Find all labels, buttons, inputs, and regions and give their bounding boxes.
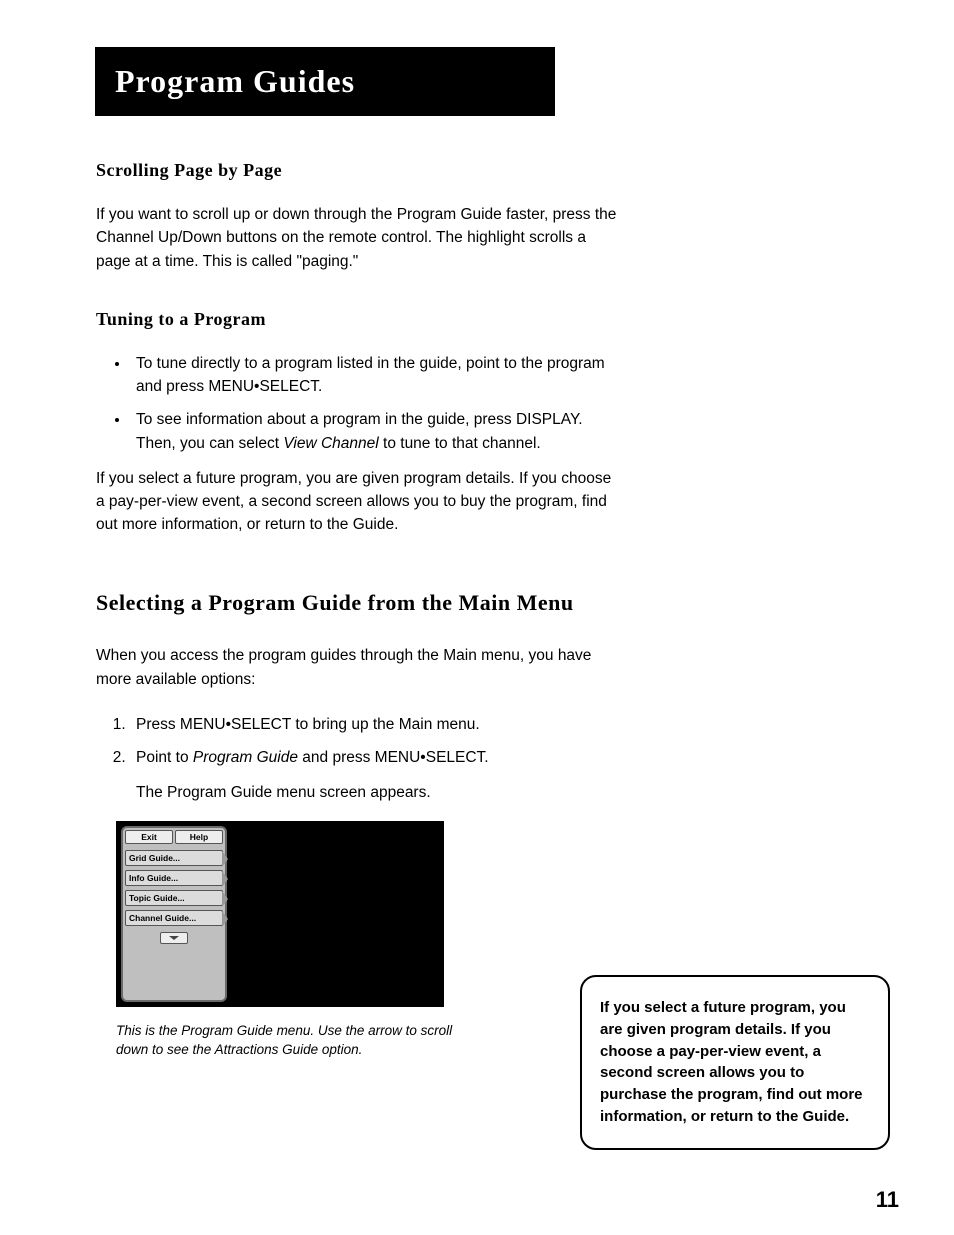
list-item: To see information about a program in th… (130, 408, 618, 455)
menu-panel: Exit Help Grid Guide... Info Guide... To… (121, 826, 227, 1002)
list-item: To tune directly to a program listed in … (130, 352, 618, 399)
text: Point to (136, 749, 193, 766)
menu-scroll-down-icon (160, 932, 188, 944)
emphasis: Program Guide (193, 749, 298, 766)
bullet-list: To tune directly to a program listed in … (96, 352, 618, 455)
text: to tune to that channel. (379, 435, 541, 452)
list-item: Point to Program Guide and press MENU•SE… (130, 746, 618, 769)
paragraph: If you select a future program, you are … (96, 467, 618, 537)
list-item: Press MENU•SELECT to bring up the Main m… (130, 713, 618, 736)
menu-item-channel-guide: Channel Guide... (125, 910, 223, 926)
menu-help-tab: Help (175, 830, 223, 844)
page-number: 11 (876, 1187, 899, 1213)
menu-item-topic-guide: Topic Guide... (125, 890, 223, 906)
figure-caption: This is the Program Guide menu. Use the … (116, 1021, 486, 1060)
step-list: Press MENU•SELECT to bring up the Main m… (96, 713, 618, 770)
text: and press MENU•SELECT. (298, 749, 489, 766)
paragraph: If you want to scroll up or down through… (96, 203, 618, 273)
heading-scrolling: Scrolling Page by Page (96, 160, 618, 181)
main-content: Scrolling Page by Page If you want to sc… (96, 160, 618, 1060)
menu-item-info-guide: Info Guide... (125, 870, 223, 886)
heading-selecting: Selecting a Program Guide from the Main … (96, 587, 618, 619)
menu-topbar: Exit Help (125, 830, 223, 844)
heading-tuning: Tuning to a Program (96, 309, 618, 330)
menu-item-grid-guide: Grid Guide... (125, 850, 223, 866)
step-result: The Program Guide menu screen appears. (136, 781, 618, 804)
sidebar-note: If you select a future program, you are … (580, 975, 890, 1150)
program-guide-menu-figure: Exit Help Grid Guide... Info Guide... To… (116, 821, 444, 1007)
menu-exit-tab: Exit (125, 830, 173, 844)
emphasis: View Channel (283, 435, 378, 452)
chapter-title: Program Guides (95, 47, 555, 116)
paragraph: When you access the program guides throu… (96, 644, 618, 691)
